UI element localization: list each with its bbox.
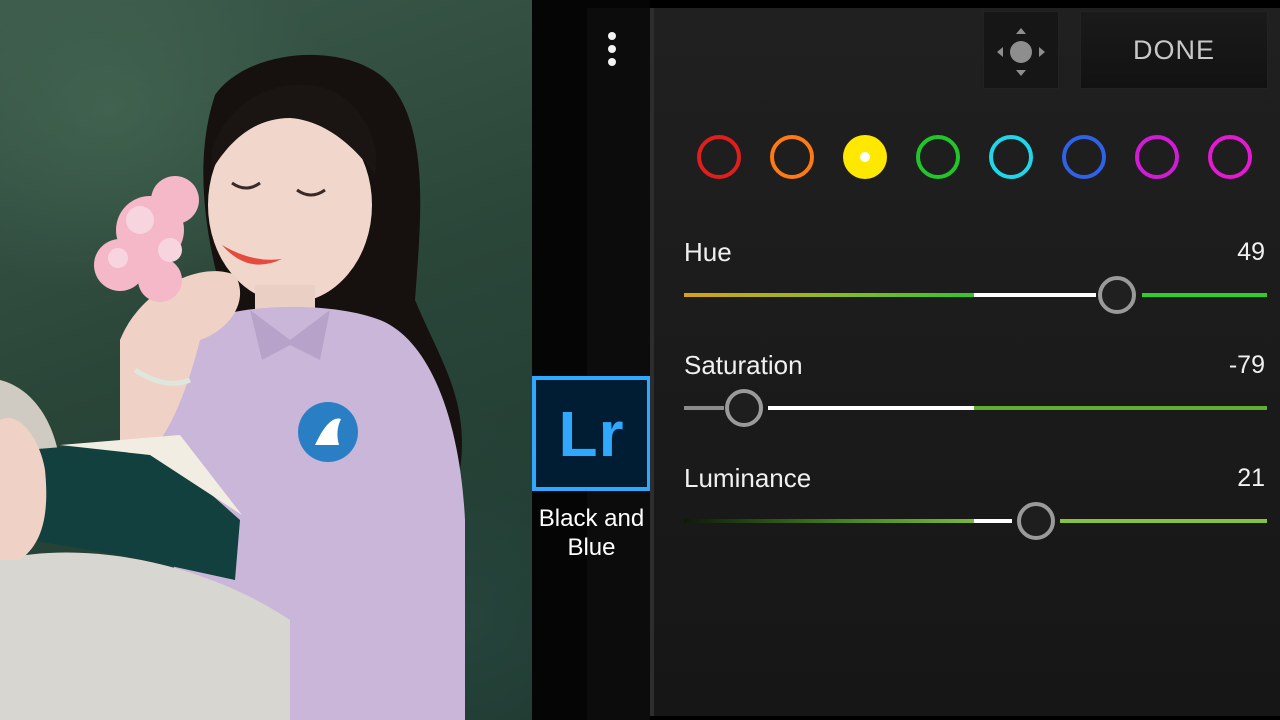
luminance-slider-thumb[interactable] bbox=[1017, 502, 1055, 540]
photo-illustration bbox=[0, 54, 465, 720]
preset-name: Black and Blue bbox=[532, 504, 651, 562]
hue-label: Hue bbox=[684, 237, 732, 267]
saturation-slider-thumb[interactable] bbox=[725, 389, 763, 427]
done-button[interactable]: DONE bbox=[1080, 11, 1268, 89]
preset-name-line2: Blue bbox=[567, 534, 616, 561]
luminance-label: Luminance bbox=[684, 463, 812, 493]
hue-track-fill[interactable] bbox=[974, 293, 1096, 297]
hue-value: 49 bbox=[1237, 238, 1265, 266]
saturation-label: Saturation bbox=[684, 350, 803, 380]
swatch-aqua[interactable] bbox=[989, 135, 1033, 179]
luminance-track-left[interactable] bbox=[684, 519, 974, 523]
swatch-orange[interactable] bbox=[770, 135, 814, 179]
swatch-blue[interactable] bbox=[1062, 135, 1106, 179]
preset-name-line1: Black and bbox=[538, 505, 645, 532]
swatch-magenta[interactable] bbox=[1208, 135, 1252, 179]
swatch-yellow-selected[interactable] bbox=[843, 135, 887, 179]
swatch-red[interactable] bbox=[697, 135, 741, 179]
saturation-track-right[interactable] bbox=[974, 406, 1267, 410]
photo-preview bbox=[0, 0, 532, 720]
saturation-value: -79 bbox=[1228, 351, 1265, 379]
swatch-purple[interactable] bbox=[1135, 135, 1179, 179]
hue-track-left[interactable] bbox=[684, 293, 974, 297]
saturation-track-fill[interactable] bbox=[768, 406, 974, 410]
more-vertical-icon[interactable] bbox=[606, 32, 618, 72]
luminance-track-right[interactable] bbox=[1060, 519, 1267, 523]
lightroom-logo: Lr bbox=[532, 376, 651, 491]
luminance-track-fill[interactable] bbox=[974, 519, 1012, 523]
logo-text: Lr bbox=[558, 397, 625, 470]
target-adjust-button[interactable] bbox=[983, 11, 1059, 89]
side-strip bbox=[587, 8, 650, 720]
saturation-track-left[interactable] bbox=[684, 406, 724, 410]
target-adjust-icon bbox=[997, 28, 1045, 76]
luminance-value: 21 bbox=[1237, 464, 1265, 492]
hue-slider-thumb[interactable] bbox=[1098, 276, 1136, 314]
swatch-green[interactable] bbox=[916, 135, 960, 179]
hue-track-right[interactable] bbox=[1142, 293, 1267, 297]
